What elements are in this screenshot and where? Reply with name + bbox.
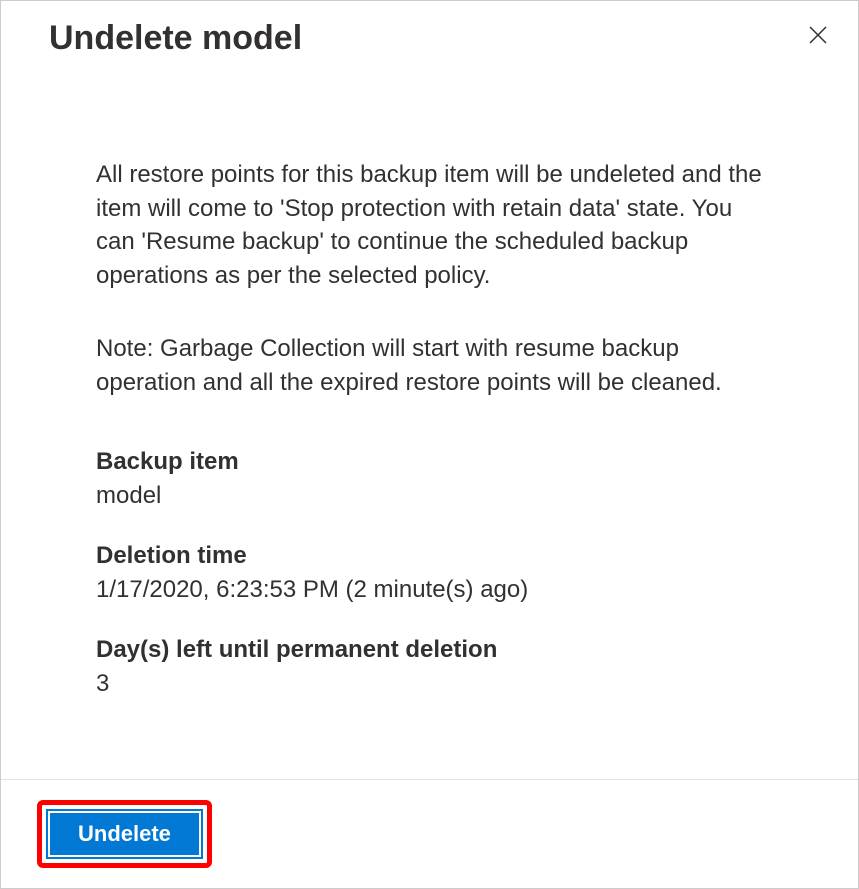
description-text: All restore points for this backup item … bbox=[96, 158, 763, 292]
days-left-field: Day(s) left until permanent deletion 3 bbox=[96, 636, 763, 698]
backup-item-label: Backup item bbox=[96, 448, 763, 476]
dialog-header: Undelete model bbox=[1, 1, 858, 68]
deletion-time-label: Deletion time bbox=[96, 542, 763, 570]
backup-item-value: model bbox=[96, 482, 763, 510]
note-text: Note: Garbage Collection will start with… bbox=[96, 332, 763, 399]
deletion-time-field: Deletion time 1/17/2020, 6:23:53 PM (2 m… bbox=[96, 542, 763, 604]
days-left-label: Day(s) left until permanent deletion bbox=[96, 636, 763, 664]
close-button[interactable] bbox=[802, 19, 834, 54]
dialog-footer: Undelete bbox=[1, 779, 858, 888]
close-icon bbox=[806, 23, 830, 50]
dialog-title: Undelete model bbox=[49, 19, 302, 58]
highlight-box: Undelete bbox=[37, 800, 212, 868]
deletion-time-value: 1/17/2020, 6:23:53 PM (2 minute(s) ago) bbox=[96, 576, 763, 604]
days-left-value: 3 bbox=[96, 670, 763, 698]
backup-item-field: Backup item model bbox=[96, 448, 763, 510]
dialog-content: All restore points for this backup item … bbox=[1, 68, 858, 779]
undelete-button[interactable]: Undelete bbox=[48, 811, 201, 857]
